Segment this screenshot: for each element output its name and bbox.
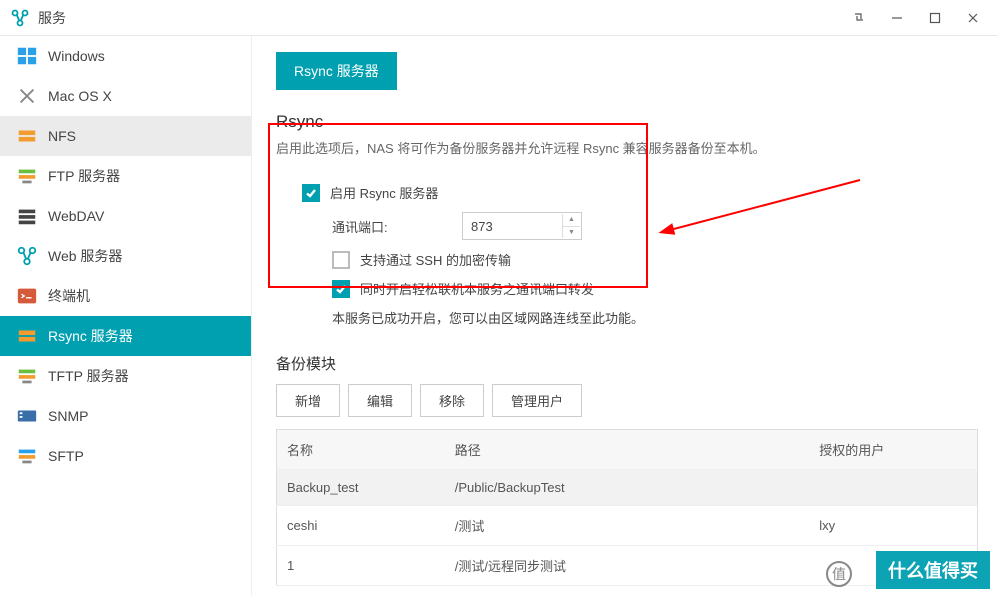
terminal-icon [16, 285, 38, 307]
port-spinner-up[interactable]: ▲ [563, 214, 580, 227]
cell-path: /测试 [445, 506, 810, 546]
sidebar-item-label: 终端机 [48, 286, 90, 306]
cell-user: lxy [809, 506, 977, 546]
watermark-circle: 值 [826, 561, 852, 587]
app-icon [10, 8, 30, 28]
titlebar-title: 服务 [38, 8, 842, 28]
rsync-icon [16, 325, 38, 347]
enable-rsync-checkbox[interactable] [302, 184, 320, 202]
cell-name: Backup_test [277, 470, 445, 506]
sidebar-item-macos[interactable]: Mac OS X [0, 76, 251, 116]
macos-icon [16, 85, 38, 107]
sidebar-item-label: Web 服务器 [48, 246, 122, 266]
section-description: 启用此选项后，NAS 将可作为备份服务器并允许远程 Rsync 兼容服务器备份至… [276, 138, 978, 157]
table-row[interactable]: ceshi /测试 lxy [277, 506, 978, 546]
page-tab-rsync[interactable]: Rsync 服务器 [276, 52, 397, 90]
backup-module-table: 名称 路径 授权的用户 Backup_test /Public/BackupTe… [276, 429, 978, 586]
sidebar-item-rsync[interactable]: Rsync 服务器 [0, 316, 251, 356]
web-icon [16, 245, 38, 267]
col-user: 授权的用户 [809, 430, 977, 470]
table-row[interactable]: Backup_test /Public/BackupTest [277, 470, 978, 506]
sidebar-item-label: NFS [48, 128, 76, 144]
ssh-label: 支持通过 SSH 的加密传输 [360, 250, 511, 269]
sidebar-item-label: Rsync 服务器 [48, 326, 133, 346]
portfwd-checkbox[interactable] [332, 280, 350, 298]
sidebar-item-label: Mac OS X [48, 88, 112, 104]
ftp-icon [16, 165, 38, 187]
ssh-checkbox[interactable] [332, 251, 350, 269]
port-spinner: ▲ ▼ [562, 214, 580, 238]
sidebar-item-web[interactable]: Web 服务器 [0, 236, 251, 276]
sidebar-item-label: SNMP [48, 408, 88, 424]
tftp-icon [16, 365, 38, 387]
close-button[interactable] [956, 4, 990, 32]
titlebar: 服务 [0, 0, 998, 36]
sidebar-item-label: SFTP [48, 448, 84, 464]
cell-name: 1 [277, 546, 445, 586]
checkbox-row-ssh: 支持通过 SSH 的加密传输 [288, 250, 978, 269]
section-title-rsync: Rsync [276, 112, 978, 132]
col-path: 路径 [445, 430, 810, 470]
sidebar-item-label: FTP 服务器 [48, 166, 120, 186]
sidebar-item-windows[interactable]: Windows [0, 36, 251, 76]
sidebar-item-sftp[interactable]: SFTP [0, 436, 251, 476]
cell-name: ceshi [277, 506, 445, 546]
sidebar-item-tftp[interactable]: TFTP 服务器 [0, 356, 251, 396]
sidebar-item-label: TFTP 服务器 [48, 366, 129, 386]
cell-path: /Public/BackupTest [445, 470, 810, 506]
sidebar-item-label: WebDAV [48, 208, 104, 224]
minimize-button[interactable] [880, 4, 914, 32]
sidebar-item-webdav[interactable]: WebDAV [0, 196, 251, 236]
port-spinner-down[interactable]: ▼ [563, 227, 580, 239]
sidebar-item-terminal[interactable]: 终端机 [0, 276, 251, 316]
status-text: 本服务已成功开启，您可以由区域网路连线至此功能。 [288, 308, 978, 327]
backup-module-title: 备份模块 [276, 353, 978, 374]
sftp-icon [16, 445, 38, 467]
watermark-text: 什么值得买 [888, 557, 978, 583]
manage-user-button[interactable]: 管理用户 [492, 384, 582, 417]
port-row: 通讯端口: 873 ▲ ▼ [288, 212, 978, 240]
col-name: 名称 [277, 430, 445, 470]
maximize-button[interactable] [918, 4, 952, 32]
port-value: 873 [471, 219, 493, 234]
help-button[interactable] [842, 4, 876, 32]
windows-icon [16, 45, 38, 67]
nfs-icon [16, 125, 38, 147]
sidebar-item-snmp[interactable]: SNMP [0, 396, 251, 436]
sidebar: Windows Mac OS X NFS FTP 服务器 WebDAV Web … [0, 36, 252, 595]
portfwd-label: 同时开启轻松联机本服务之通讯端口转发 [360, 279, 594, 298]
add-button[interactable]: 新增 [276, 384, 340, 417]
main-content: Rsync 服务器 Rsync 启用此选项后，NAS 将可作为备份服务器并允许远… [252, 36, 998, 595]
watermark-badge: 什么值得买 [876, 551, 990, 589]
edit-button[interactable]: 编辑 [348, 384, 412, 417]
remove-button[interactable]: 移除 [420, 384, 484, 417]
sidebar-item-ftp[interactable]: FTP 服务器 [0, 156, 251, 196]
cell-path: /测试/远程同步测试 [445, 546, 810, 586]
checkbox-row-portfwd: 同时开启轻松联机本服务之通讯端口转发 [288, 279, 978, 298]
sidebar-item-label: Windows [48, 48, 105, 64]
enable-rsync-label: 启用 Rsync 服务器 [330, 183, 438, 202]
port-input[interactable]: 873 ▲ ▼ [462, 212, 582, 240]
checkbox-row-enable-rsync: 启用 Rsync 服务器 [288, 183, 978, 202]
webdav-icon [16, 205, 38, 227]
port-label: 通讯端口: [332, 217, 462, 236]
snmp-icon [16, 405, 38, 427]
cell-user [809, 470, 977, 506]
table-row[interactable]: 1 /测试/远程同步测试 [277, 546, 978, 586]
sidebar-item-nfs[interactable]: NFS [0, 116, 251, 156]
